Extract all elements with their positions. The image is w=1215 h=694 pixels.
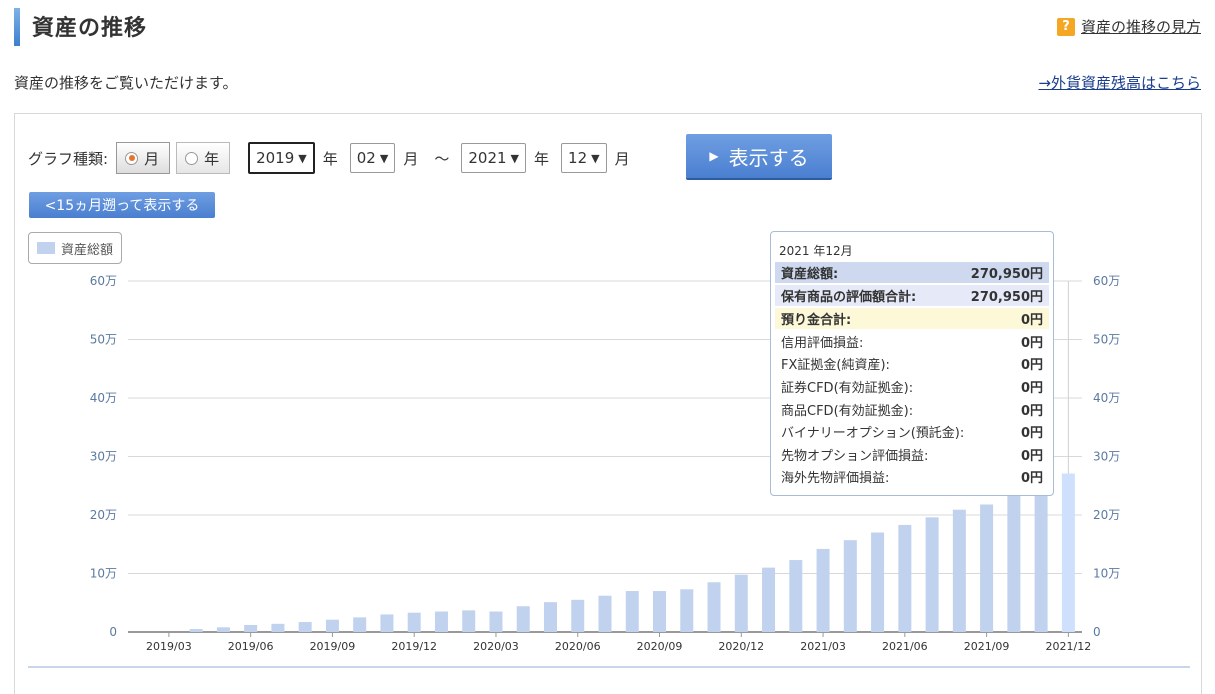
y-tick-label-right: 20万 — [1093, 508, 1120, 522]
y-tick-label-left: 0 — [109, 625, 117, 639]
y-tick-label-right: 40万 — [1093, 391, 1120, 405]
bar[interactable] — [298, 622, 312, 632]
x-tick-label: 2020/06 — [555, 640, 601, 653]
bar[interactable] — [843, 540, 857, 632]
bar[interactable] — [543, 602, 557, 632]
x-tick-label: 2019/12 — [391, 640, 437, 653]
bar[interactable] — [816, 548, 830, 632]
bar[interactable] — [898, 524, 912, 632]
y-tick-label-left: 50万 — [90, 333, 117, 347]
bar[interactable] — [762, 567, 776, 632]
y-tick-label-left: 40万 — [90, 391, 117, 405]
y-tick-label-left: 30万 — [90, 450, 117, 464]
bar[interactable] — [216, 627, 230, 632]
tooltip-row-value: 0円 — [1020, 336, 1043, 351]
tooltip-row: 資産総額: 270,950円 — [775, 262, 1049, 283]
bar[interactable] — [952, 509, 966, 632]
y-tick-label-left: 60万 — [90, 274, 117, 288]
x-tick-label: 2021/06 — [882, 640, 928, 653]
tooltip-row: FX証拠金(純資産): 0円 — [775, 353, 1049, 374]
bar[interactable] — [244, 624, 258, 632]
tooltip-row-value: 0円 — [1020, 449, 1043, 464]
tooltip-row-value: 0円 — [1020, 404, 1043, 419]
x-tick-label: 2021/09 — [964, 640, 1010, 653]
bar[interactable] — [325, 619, 339, 632]
bar[interactable] — [571, 599, 585, 632]
tooltip-row: 商品CFD(有効証拠金): 0円 — [775, 399, 1049, 420]
bar[interactable] — [1061, 473, 1075, 632]
tooltip-row: 預り金合計: 0円 — [775, 308, 1049, 329]
tooltip-row-label: 資産総額: — [781, 267, 839, 282]
bar[interactable] — [980, 504, 994, 632]
tooltip-row-label: 商品CFD(有効証拠金): — [781, 404, 914, 419]
bar[interactable] — [434, 611, 448, 632]
panel-bottom-rule — [28, 666, 1190, 668]
y-tick-label-right: 30万 — [1093, 450, 1120, 464]
tooltip-row-value: 270,950円 — [970, 290, 1043, 305]
bar[interactable] — [271, 623, 285, 632]
bar[interactable] — [653, 591, 667, 632]
x-tick-label: 2020/03 — [473, 640, 519, 653]
tooltip-row-value: 0円 — [1020, 313, 1043, 328]
tooltip-row: 証券CFD(有効証拠金): 0円 — [775, 376, 1049, 397]
tooltip-row-label: FX証拠金(純資産): — [781, 358, 890, 373]
tooltip-row-label: 預り金合計: — [781, 313, 852, 328]
bar[interactable] — [1007, 494, 1021, 632]
x-tick-label: 2020/09 — [637, 640, 683, 653]
tooltip-row: 信用評価損益: 0円 — [775, 331, 1049, 352]
tooltip-row-label: 信用評価損益: — [781, 336, 864, 351]
tooltip-row-label: バイナリーオプション(預託金): — [781, 426, 965, 441]
chart-tooltip: 2021 年12月 資産総額: 270,950円 保有商品の評価額合計: 270,9… — [770, 231, 1054, 496]
bar[interactable] — [789, 560, 803, 632]
x-tick-label: 2019/03 — [146, 640, 192, 653]
y-tick-label-left: 10万 — [90, 567, 117, 581]
bar[interactable] — [462, 610, 476, 632]
bar[interactable] — [871, 532, 885, 632]
bar[interactable] — [189, 629, 203, 632]
y-tick-label-left: 20万 — [90, 508, 117, 522]
y-tick-label-right: 60万 — [1093, 274, 1120, 288]
x-tick-label: 2019/09 — [310, 640, 356, 653]
bar[interactable] — [353, 617, 367, 632]
tooltip-row-value: 0円 — [1020, 381, 1043, 396]
x-tick-label: 2021/12 — [1046, 640, 1092, 653]
bar[interactable] — [734, 574, 748, 632]
tooltip-row-label: 保有商品の評価額合計: — [781, 290, 917, 305]
bar[interactable] — [407, 612, 421, 632]
tooltip-row-label: 先物オプション評価損益: — [781, 449, 929, 464]
bar[interactable] — [598, 595, 612, 632]
y-tick-label-right: 0 — [1093, 625, 1101, 639]
bar[interactable] — [925, 517, 939, 632]
x-tick-label: 2019/06 — [228, 640, 274, 653]
bar[interactable] — [489, 611, 503, 632]
tooltip-row: 海外先物評価損益: 0円 — [775, 466, 1049, 487]
tooltip-row: 保有商品の評価額合計: 270,950円 — [775, 285, 1049, 306]
tooltip-title: 2021 年12月 — [779, 244, 853, 258]
y-tick-label-right: 50万 — [1093, 333, 1120, 347]
bar[interactable] — [1034, 484, 1048, 632]
tooltip-row-label: 証券CFD(有効証拠金): — [781, 381, 914, 396]
bar[interactable] — [625, 591, 639, 632]
bar[interactable] — [707, 582, 721, 632]
tooltip-row: 先物オプション評価損益: 0円 — [775, 444, 1049, 465]
tooltip-row-value: 0円 — [1020, 426, 1043, 441]
bar[interactable] — [380, 614, 394, 632]
tooltip-row-value: 270,950円 — [970, 267, 1043, 282]
tooltip-row-label: 海外先物評価損益: — [781, 471, 890, 486]
tooltip-row-value: 0円 — [1020, 471, 1043, 486]
bar[interactable] — [680, 589, 694, 632]
tooltip-row-value: 0円 — [1020, 358, 1043, 373]
y-tick-label-right: 10万 — [1093, 567, 1120, 581]
tooltip-row: バイナリーオプション(預託金): 0円 — [775, 421, 1049, 442]
x-tick-label: 2021/03 — [800, 640, 846, 653]
bar[interactable] — [516, 606, 530, 632]
x-tick-label: 2020/12 — [718, 640, 764, 653]
